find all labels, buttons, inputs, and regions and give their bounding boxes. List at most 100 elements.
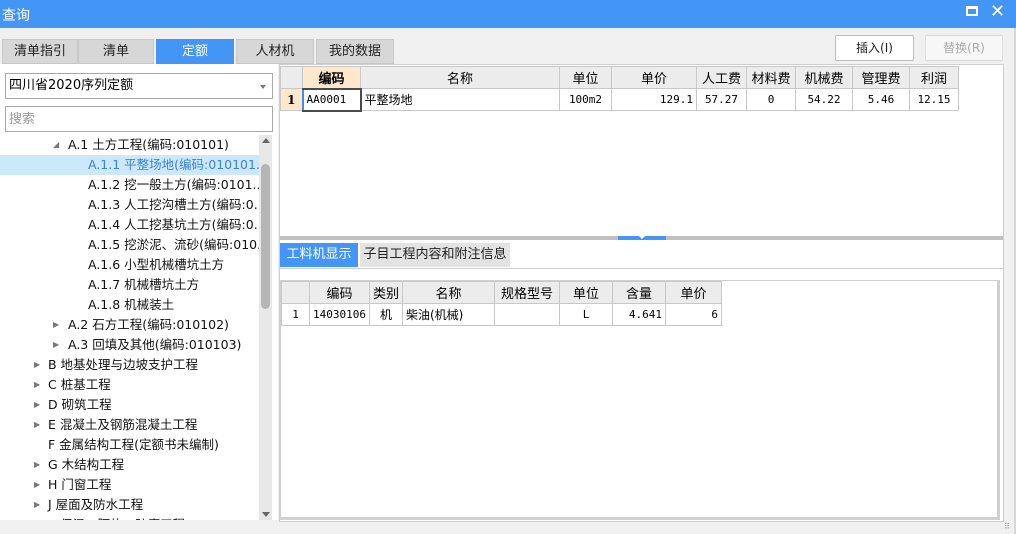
cell-mgmt[interactable]: 5.46 — [852, 88, 910, 111]
tree-item[interactable]: ▶ J 屋面及防水工程 — [0, 495, 260, 515]
tree-item[interactable]: A.1.5 挖淤泥、流砂(编码:010... — [0, 235, 260, 255]
tree-scrollbar[interactable] — [259, 135, 272, 520]
cell-unit[interactable]: 100m2 — [559, 88, 612, 111]
query-dialog: 查询 ✕ 清单指引 清单 定额 人材机 我的数据 插入(I) 替换(R) 四川省… — [0, 0, 1016, 534]
tree-item-label: A.1.8 机械装土 — [88, 297, 175, 312]
tree-item[interactable]: A.1.1 平整场地(编码:010101... — [0, 155, 260, 175]
collapsed-arrow-icon[interactable]: ▶ — [34, 395, 40, 415]
resize-grip-icon[interactable]: ⠿ — [1004, 522, 1010, 531]
tab-quota[interactable]: 定额 — [156, 39, 234, 64]
header-unit[interactable]: 单位 — [559, 66, 612, 89]
tree-item[interactable]: ▶ K 保温、隔热、防腐工程 — [0, 515, 260, 520]
insert-button[interactable]: 插入(I) — [835, 35, 914, 61]
tree-item[interactable]: A.1.6 小型机械槽坑土方 — [0, 255, 260, 275]
tree-item[interactable]: ▶ D 砌筑工程 — [0, 395, 260, 415]
table-row[interactable]: 1 14030106 机 柴油(机械) L 4.641 6 — [281, 303, 722, 326]
tab-work-content-notes[interactable]: 子目工程内容和附注信息 — [360, 243, 510, 267]
tree-item[interactable]: ▶ H 门窗工程 — [0, 475, 260, 495]
scroll-down-icon[interactable] — [262, 512, 270, 517]
header-code[interactable]: 编码 — [302, 66, 361, 89]
tree-item[interactable]: A.1.3 人工挖沟槽土方(编码:0... — [0, 195, 260, 215]
tree-item-label: H 门窗工程 — [48, 477, 112, 492]
resource-grid-area: 编码 类别 名称 规格型号 单位 含量 单价 1 14030106 机 柴油(机… — [280, 280, 1000, 520]
splitter-collapse-icon[interactable] — [618, 236, 666, 240]
header-type[interactable]: 类别 — [368, 281, 404, 304]
cell-unit[interactable]: L — [559, 303, 613, 326]
divider — [280, 268, 1003, 269]
collapsed-arrow-icon[interactable]: ▶ — [34, 355, 40, 375]
cell-price[interactable]: 129.1 — [611, 88, 697, 111]
cell-spec[interactable] — [494, 303, 560, 326]
collapsed-arrow-icon[interactable]: ▶ — [34, 455, 40, 475]
search-input[interactable] — [5, 106, 273, 132]
row-number: 1 — [280, 88, 303, 111]
header-name[interactable]: 名称 — [402, 281, 495, 304]
collapsed-arrow-icon[interactable]: ▶ — [53, 315, 59, 335]
tree-item[interactable]: F 金属结构工程(定额书未编制) — [0, 435, 260, 455]
cell-profit[interactable]: 12.15 — [909, 88, 959, 111]
header-name[interactable]: 名称 — [360, 66, 560, 89]
tab-my-data[interactable]: 我的数据 — [316, 39, 394, 64]
tab-labor-material-machine[interactable]: 人材机 — [236, 39, 314, 64]
cell-quantity[interactable]: 4.641 — [612, 303, 666, 326]
row-number: 1 — [281, 303, 310, 326]
header-labor[interactable]: 人工费 — [696, 66, 747, 89]
header-machine[interactable]: 机械费 — [795, 66, 853, 89]
tree-item-label: C 桩基工程 — [48, 377, 111, 392]
tree-item[interactable]: ▶ C 桩基工程 — [0, 375, 260, 395]
tree-item-label: A.1.2 挖一般土方(编码:0101... — [88, 177, 260, 192]
cell-labor[interactable]: 57.27 — [696, 88, 747, 111]
header-unit[interactable]: 单位 — [559, 281, 613, 304]
expanded-arrow-icon[interactable]: ◢ — [53, 135, 59, 155]
tree-item[interactable]: A.1.2 挖一般土方(编码:0101... — [0, 175, 260, 195]
tree-item[interactable]: ▶ A.3 回填及其他(编码:010103) — [0, 335, 260, 355]
tree-item[interactable]: ▶ G 木结构工程 — [0, 455, 260, 475]
scroll-up-icon[interactable] — [262, 138, 270, 143]
header-profit[interactable]: 利润 — [909, 66, 959, 89]
collapsed-arrow-icon[interactable]: ▶ — [34, 495, 40, 515]
collapsed-arrow-icon[interactable]: ▶ — [34, 415, 40, 435]
tree-item[interactable]: A.1.8 机械装土 — [0, 295, 260, 315]
collapsed-arrow-icon[interactable]: ▶ — [34, 375, 40, 395]
cell-price[interactable]: 6 — [665, 303, 722, 326]
quota-library-select[interactable]: 四川省2020序列定额 — [5, 73, 273, 99]
header-quantity[interactable]: 含量 — [612, 281, 666, 304]
maximize-icon[interactable] — [966, 6, 978, 16]
header-price[interactable]: 单价 — [611, 66, 697, 89]
header-material[interactable]: 材料费 — [746, 66, 796, 89]
cell-name[interactable]: 平整场地 — [360, 88, 560, 111]
tree-item[interactable]: ▶ A.2 石方工程(编码:010102) — [0, 315, 260, 335]
quota-library-value: 四川省2020序列定额 — [9, 78, 134, 93]
resource-table: 编码 类别 名称 规格型号 单位 含量 单价 1 14030106 机 柴油(机… — [281, 281, 722, 326]
tree-item[interactable]: ▶ E 混凝土及钢筋混凝土工程 — [0, 415, 260, 435]
collapsed-arrow-icon[interactable]: ▶ — [34, 515, 40, 520]
header-spec[interactable]: 规格型号 — [494, 281, 560, 304]
scrollbar-thumb[interactable] — [261, 164, 270, 309]
cell-code[interactable]: AA0001 — [301, 87, 362, 112]
header-price[interactable]: 单价 — [665, 281, 722, 304]
header-code[interactable]: 编码 — [309, 281, 370, 304]
tree-item-label: A.1.7 机械槽坑土方 — [88, 277, 200, 292]
tree-item[interactable]: ▶ B 地基处理与边坡支护工程 — [0, 355, 260, 375]
replace-button[interactable]: 替换(R) — [925, 35, 1003, 61]
close-icon[interactable]: ✕ — [990, 2, 1005, 22]
tree-item-label: A.1.4 人工挖基坑土方(编码:0... — [88, 217, 260, 232]
header-mgmt[interactable]: 管理费 — [852, 66, 910, 89]
tree-item[interactable]: A.1.7 机械槽坑土方 — [0, 275, 260, 295]
collapsed-arrow-icon[interactable]: ▶ — [53, 335, 59, 355]
tree-item-label: A.1.6 小型机械槽坑土方 — [88, 257, 225, 272]
tab-list[interactable]: 清单 — [78, 39, 154, 64]
table-row[interactable]: 1 AA0001 平整场地 100m2 129.1 57.27 0 54.22 … — [280, 87, 959, 112]
tab-resource-display[interactable]: 工料机显示 — [280, 243, 358, 267]
quota-table: 编码 名称 单位 单价 人工费 材料费 机械费 管理费 利润 1 AA0001 … — [280, 66, 959, 112]
tree-item[interactable]: A.1.4 人工挖基坑土方(编码:0... — [0, 215, 260, 235]
collapsed-arrow-icon[interactable]: ▶ — [34, 475, 40, 495]
cell-material[interactable]: 0 — [746, 88, 796, 111]
tab-list-guide[interactable]: 清单指引 — [2, 39, 78, 64]
tree-item[interactable]: ◢ A.1 土方工程(编码:010101) — [0, 135, 260, 155]
cell-machine[interactable]: 54.22 — [795, 88, 853, 111]
panel-splitter[interactable] — [280, 236, 1003, 240]
cell-type[interactable]: 机 — [368, 303, 404, 326]
cell-name[interactable]: 柴油(机械) — [402, 303, 495, 326]
cell-code[interactable]: 14030106 — [309, 303, 370, 326]
